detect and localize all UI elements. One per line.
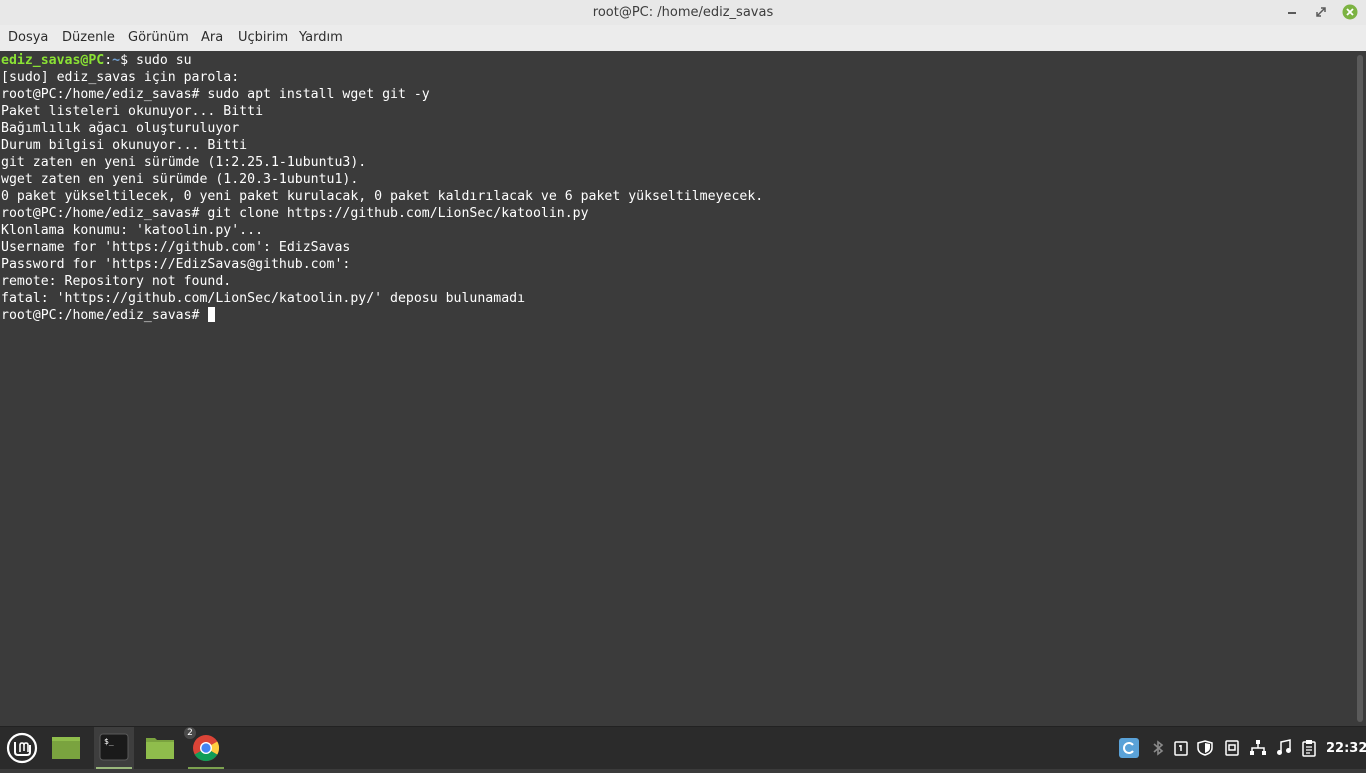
maximize-button[interactable] [1313,4,1329,20]
terminal-line: ediz_savas@PC:~$ sudo su [1,53,192,68]
display-icon [1225,740,1239,756]
update-manager-button[interactable] [1119,738,1139,758]
bluetooth-button[interactable] [1149,739,1167,757]
taskbar-files[interactable] [140,727,180,769]
show-desktop-button[interactable] [46,727,86,769]
terminal-line: git zaten en yeni sürümde (1:2.25.1-1ubu… [1,155,367,170]
close-button[interactable] [1342,4,1358,20]
volume-button[interactable] [1275,739,1293,757]
display-button[interactable] [1223,739,1241,757]
menu-bar: Dosya Düzenle Görünüm Ara Uçbirim Yardım [0,25,1366,51]
terminal-line: 0 paket yükseltilecek, 0 yeni paket kuru… [1,189,764,204]
mint-menu-icon [6,732,38,764]
terminal-line: Paket listeleri okunuyor... Bitti [1,104,264,119]
files-icon [146,738,174,759]
terminal-line: [sudo] ediz_savas için parola: [1,70,240,85]
terminal-scrollbar[interactable] [1354,51,1366,726]
taskbar-terminal[interactable]: $_ [94,727,134,769]
terminal-line: Password for 'https://EdizSavas@github.c… [1,257,351,272]
menu-file[interactable]: Dosya [8,30,48,45]
minimize-button[interactable] [1284,4,1300,20]
clock[interactable]: 22:32 [1326,741,1366,756]
menu-search[interactable]: Ara [201,30,223,45]
terminal-line: remote: Repository not found. [1,274,232,289]
menu-terminal[interactable]: Uçbirim [238,30,288,45]
network-icon [1250,740,1266,755]
clipboard-icon [1302,740,1316,757]
taskbar-chrome[interactable]: 2 [184,727,226,769]
close-icon [1342,4,1358,20]
volume-icon [1277,739,1291,755]
terminal-icon: $_ [99,733,129,761]
svg-text:$_: $_ [104,737,114,746]
text-cursor [208,307,216,322]
window-title: root@PC: /home/ediz_savas [592,5,774,20]
network-button[interactable] [1249,739,1267,757]
minimize-icon [1288,12,1296,14]
active-indicator [96,767,132,769]
terminal-line: wget zaten en yeni sürümde (1.20.3-1ubun… [1,172,359,187]
terminal-line: Klonlama konumu: 'katoolin.py'... [1,223,264,238]
clipboard-button[interactable] [1300,739,1318,757]
menu-help[interactable]: Yardım [299,30,343,45]
running-indicator [188,767,224,769]
terminal-line: root@PC:/home/ediz_savas# git clone http… [1,206,589,221]
notes-button[interactable] [1172,739,1190,757]
terminal-line: Durum bilgisi okunuyor... Bitti [1,138,248,153]
terminal-line: Username for 'https://github.com': EdizS… [1,240,351,255]
terminal-line: fatal: 'https://github.com/LionSec/katoo… [1,291,526,306]
menu-edit[interactable]: Düzenle [62,30,115,45]
menu-view[interactable]: Görünüm [128,30,189,45]
mint-menu-button[interactable] [2,727,42,769]
bluetooth-icon [1153,740,1164,756]
update-manager-icon [1119,738,1139,758]
terminal-current-line: root@PC:/home/ediz_savas# [1,307,763,324]
window-titlebar[interactable]: root@PC: /home/ediz_savas [0,0,1366,25]
maximize-icon [1316,7,1326,17]
terminal-output[interactable]: ediz_savas@PC:~$ sudo su [sudo] ediz_sav… [0,51,1354,726]
terminal-line: Bağımlılık ağacı oluşturuluyor [1,121,240,136]
current-prompt: root@PC:/home/ediz_savas# [1,308,208,323]
notes-icon [1174,741,1188,756]
shield-button[interactable] [1196,739,1214,757]
prompt-user: ediz_savas@PC [1,53,105,68]
prompt-path: ~ [112,53,121,68]
command-text: sudo su [128,53,192,68]
taskbar: $_ 2 22:32 [0,726,1366,769]
terminal-line: root@PC:/home/ediz_savas# sudo apt insta… [1,87,430,102]
show-desktop-icon [52,737,80,759]
scrollbar-thumb[interactable] [1357,55,1363,722]
shield-icon [1197,740,1213,756]
window-count-badge: 2 [184,727,196,739]
